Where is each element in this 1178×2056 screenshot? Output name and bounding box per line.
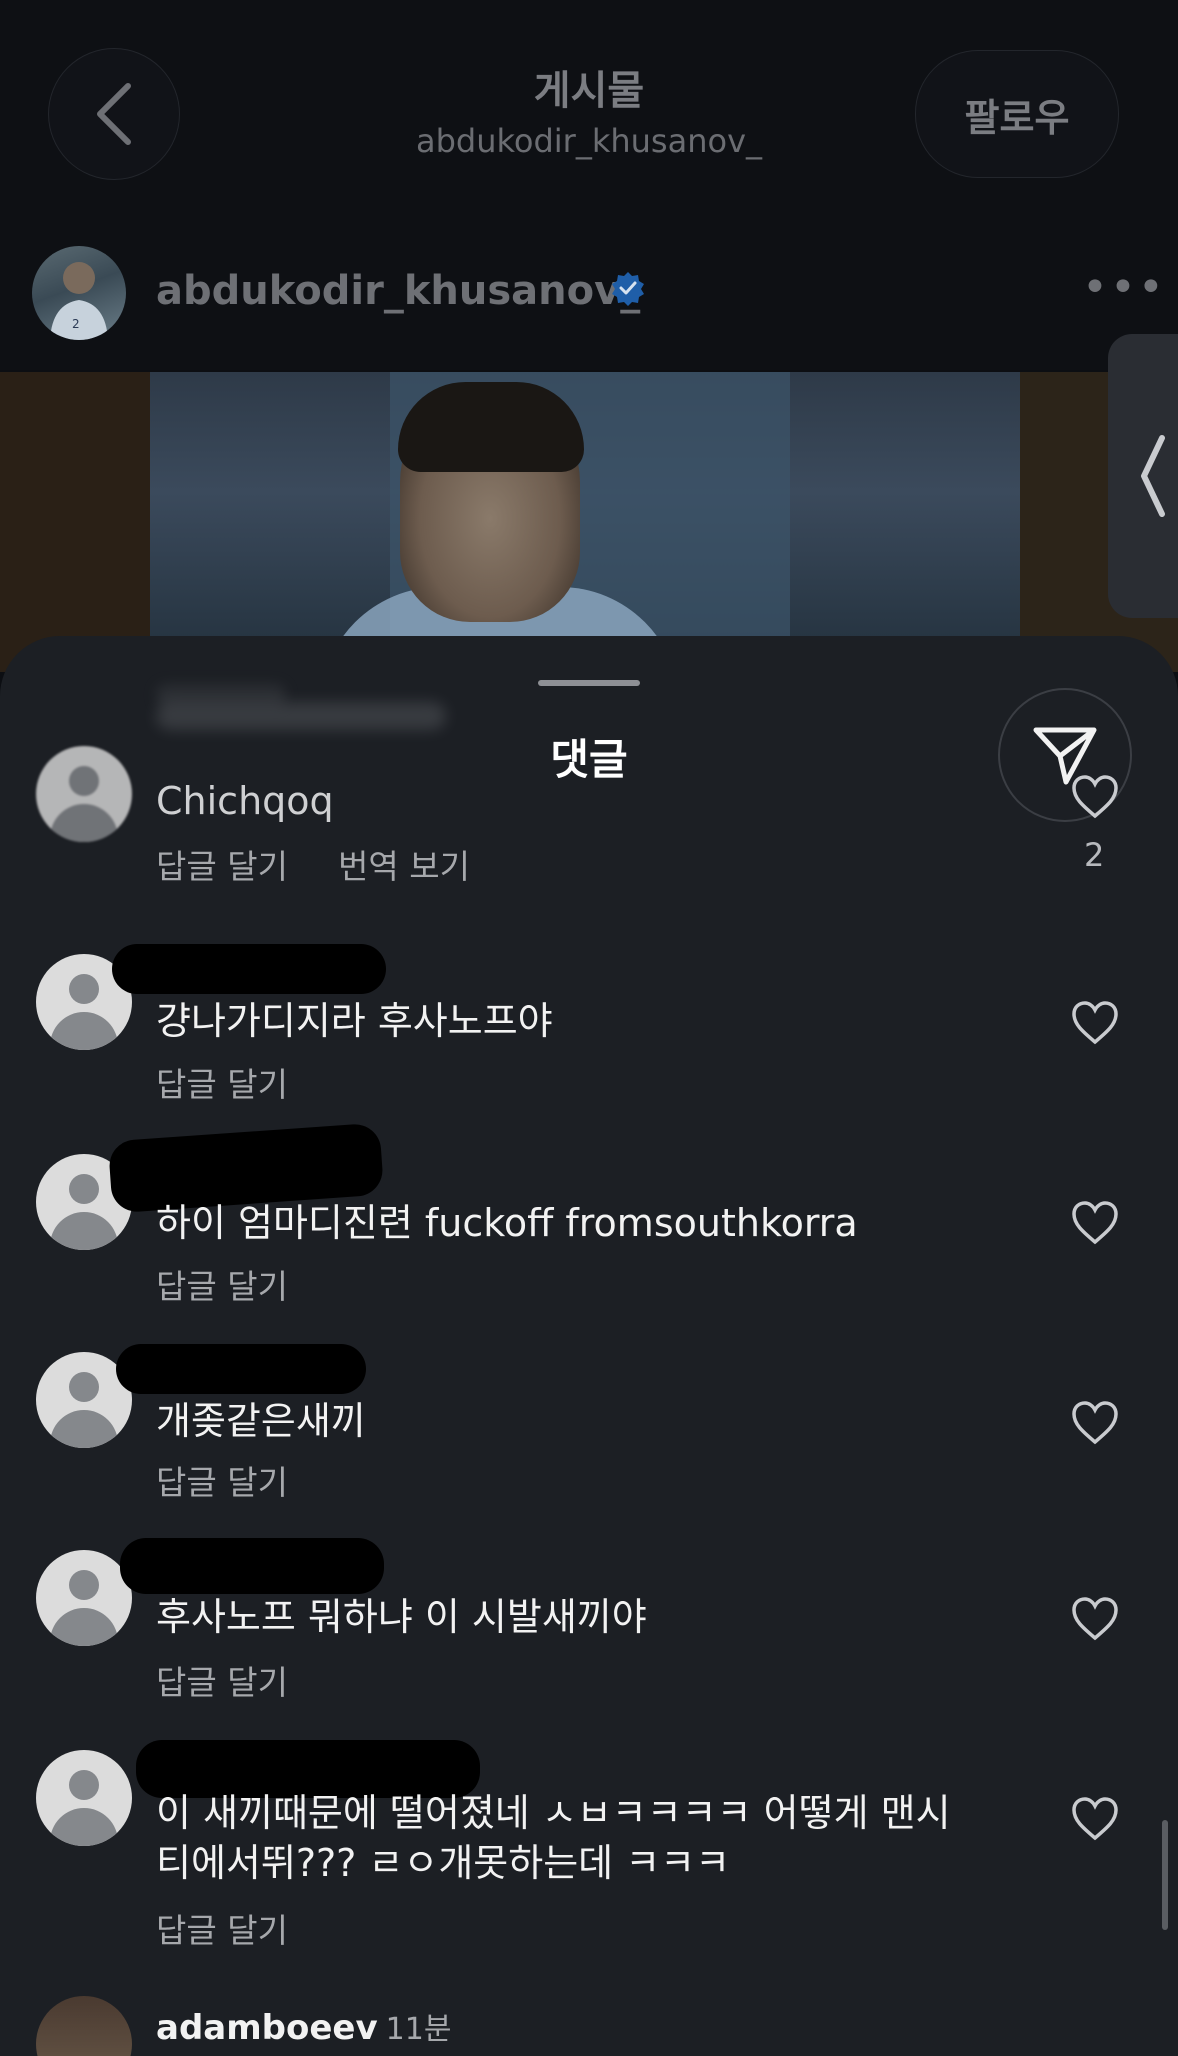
comment-avatar[interactable]	[36, 746, 132, 842]
comment-text: Chichqoq	[156, 779, 334, 823]
sheet-drag-handle[interactable]	[538, 680, 640, 686]
author-avatar-image: 2	[50, 262, 108, 340]
reply-button[interactable]: 답글 달기	[156, 1456, 288, 1504]
comment-avatar[interactable]	[36, 1996, 132, 2056]
reply-button[interactable]: 답글 달기	[156, 1058, 288, 1106]
heart-icon[interactable]	[1070, 1000, 1120, 1046]
photo-left-panel	[0, 372, 150, 672]
comment-text-line-2: 티에서뛰??? ㄹㅇ개못하는데 ㅋㅋㅋ	[156, 1841, 731, 1885]
scrollbar[interactable]	[1162, 1820, 1168, 1930]
reply-button[interactable]: 답글 달기	[156, 840, 288, 888]
comment-avatar[interactable]	[36, 1550, 132, 1646]
reply-button[interactable]: 답글 달기	[156, 1260, 288, 1308]
post-image	[0, 372, 1178, 672]
comment-text: 후사노프 뭐하냐 이 시발새끼야	[156, 1595, 647, 1639]
heart-icon[interactable]	[1070, 1596, 1120, 1642]
side-panel-tab[interactable]	[1108, 334, 1178, 618]
comment-text: 개좆같은새끼	[156, 1399, 366, 1443]
comment-text: 걍나가디지라 후사노프야	[156, 999, 553, 1043]
top-bar: 게시물 abdukodir_khusanov_ 팔로우 2 abdukodir_…	[0, 0, 1178, 370]
redacted-username	[112, 944, 386, 994]
heart-icon[interactable]	[1070, 1200, 1120, 1246]
more-icon[interactable]: •••	[1082, 262, 1166, 313]
heart-icon[interactable]	[1070, 1796, 1120, 1842]
like-count: 2	[1084, 836, 1105, 874]
reply-button[interactable]: 답글 달기	[156, 1656, 288, 1704]
reply-button[interactable]: 답글 달기	[156, 1904, 288, 1952]
heart-icon[interactable]	[1070, 1400, 1120, 1446]
photo-hair	[398, 382, 584, 472]
comment-time: 11분	[385, 2012, 452, 2047]
redacted-username	[120, 1538, 384, 1594]
post-author-row: 2 abdukodir_khusanov_ •••	[0, 240, 1178, 340]
comments-sheet: 댓글 Chichqoq 답글 달기 번역 보기 2 걍나가디지라 후사노프야 답…	[0, 636, 1178, 2056]
comment-avatar[interactable]	[36, 1750, 132, 1846]
svg-text:2: 2	[72, 317, 80, 331]
translate-button[interactable]: 번역 보기	[338, 840, 470, 888]
redacted-username	[116, 1344, 366, 1394]
comment-username[interactable]: adamboeev 11분	[156, 2004, 451, 2048]
heart-icon[interactable]	[1070, 774, 1120, 820]
verified-badge-icon	[612, 272, 644, 306]
author-avatar[interactable]: 2	[32, 246, 126, 340]
side-chevron-icon	[1141, 435, 1165, 517]
author-username[interactable]: abdukodir_khusanov_	[156, 268, 640, 314]
comment-username-text[interactable]: adamboeev	[156, 2008, 378, 2048]
comment-username-blurred	[156, 702, 446, 730]
comment-item-partial: adamboeev 11분	[0, 1996, 1178, 2056]
comment-text-line-1: 이 새끼때문에 떨어졌네 ㅅㅂㅋㅋㅋㅋ 어떻게 맨시	[156, 1791, 951, 1835]
comment-text: 하이 엄마디진련 fuckoff fromsouthkorra	[156, 1201, 858, 1245]
follow-button[interactable]: 팔로우	[915, 50, 1119, 178]
